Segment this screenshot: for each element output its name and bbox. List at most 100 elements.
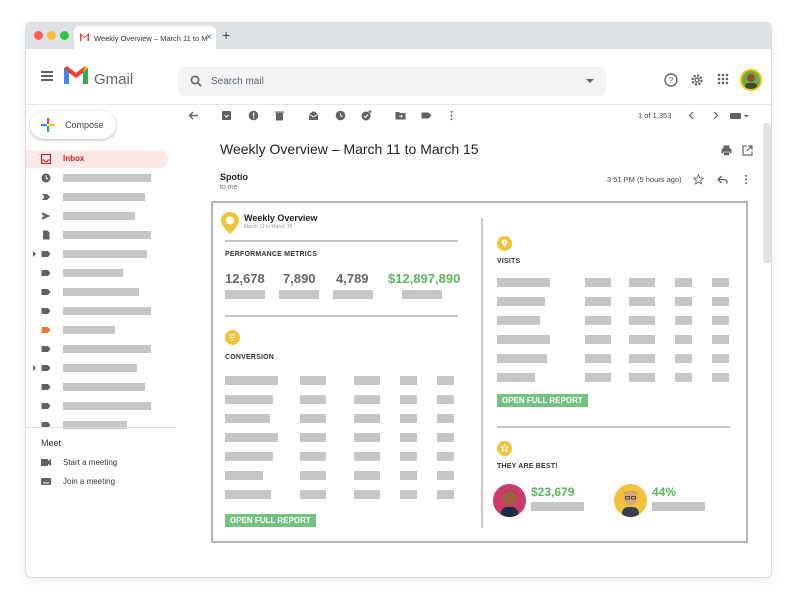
search-options-icon[interactable] xyxy=(586,79,594,83)
star-icon[interactable] xyxy=(693,174,704,185)
sidebar-item-sent[interactable] xyxy=(26,207,168,225)
new-tab-icon[interactable]: + xyxy=(222,27,230,43)
sidebar-item-snoozed[interactable] xyxy=(26,169,168,187)
tab-close-icon[interactable]: × xyxy=(206,32,212,43)
label-tag-icon xyxy=(41,365,51,371)
newer-chevron-left-icon[interactable] xyxy=(686,110,697,121)
label-tag-icon xyxy=(41,289,51,295)
sender-name[interactable]: Spotio xyxy=(220,172,248,182)
close-window-dot[interactable] xyxy=(34,31,43,40)
open-full-report-button[interactable]: OPEN FULL REPORT xyxy=(225,514,316,527)
expand-arrow-icon[interactable] xyxy=(33,251,36,257)
print-icon[interactable] xyxy=(721,145,732,156)
email-subject: Weekly Overview – March 11 to March 15 xyxy=(220,141,479,157)
top-performer-revenue: $23,679 xyxy=(531,485,575,499)
label-tag-icon xyxy=(41,308,51,314)
gmail-logo-text[interactable]: Gmail xyxy=(94,71,133,88)
metric-value: 4,789 xyxy=(336,271,369,286)
scrollbar-thumb[interactable] xyxy=(763,123,771,263)
input-tools-keyboard-icon[interactable] xyxy=(730,110,750,121)
placeholder-bar xyxy=(402,290,442,299)
delete-trash-icon[interactable] xyxy=(274,110,285,121)
draft-file-icon xyxy=(43,230,50,240)
reply-arrow-icon[interactable] xyxy=(717,175,728,185)
add-task-icon[interactable] xyxy=(361,110,372,121)
older-chevron-right-icon[interactable] xyxy=(710,110,721,121)
compose-button[interactable]: Compose xyxy=(30,111,116,139)
location-pin-icon xyxy=(501,239,508,247)
browser-tabbar: Weekly Overview – March 11 to M × + xyxy=(26,23,771,49)
placeholder-bar xyxy=(63,307,151,315)
sidebar-item-label[interactable] xyxy=(26,340,168,358)
label-tag-icon xyxy=(41,346,51,352)
filter-funnel-icon xyxy=(229,334,236,341)
apps-grid-icon[interactable] xyxy=(717,73,729,85)
report-title: Weekly Overview xyxy=(244,213,318,223)
placeholder-bar xyxy=(63,193,145,201)
open-new-window-icon[interactable] xyxy=(742,145,753,156)
placeholder-bar xyxy=(63,402,151,410)
minimize-window-dot[interactable] xyxy=(47,31,56,40)
mark-unread-icon[interactable] xyxy=(308,110,319,121)
best-badge xyxy=(497,441,512,456)
sidebar-item-label[interactable] xyxy=(26,321,168,339)
expand-arrow-icon[interactable] xyxy=(33,365,36,371)
sidebar-item-label[interactable] xyxy=(26,416,168,434)
label-tag-icon xyxy=(41,422,51,428)
search-bar[interactable]: Search mail xyxy=(178,67,606,96)
back-arrow-icon[interactable] xyxy=(188,110,199,121)
recipient-label[interactable]: to me xyxy=(220,184,238,191)
message-more-icon[interactable] xyxy=(744,174,748,185)
settings-gear-icon[interactable] xyxy=(690,73,704,87)
meet-divider xyxy=(26,427,176,428)
top-performer-avatar xyxy=(493,484,526,517)
placeholder-bar xyxy=(63,231,151,239)
account-avatar[interactable] xyxy=(740,69,762,91)
svg-text:?: ? xyxy=(669,76,674,85)
snooze-clock-icon[interactable] xyxy=(335,110,346,121)
sidebar-item-inbox[interactable]: Inbox xyxy=(26,150,168,168)
placeholder-bar xyxy=(63,212,135,220)
message-toolbar: 1 of 1,353 xyxy=(178,105,771,125)
placeholder-bar xyxy=(63,345,151,353)
sidebar-item-important[interactable] xyxy=(26,188,168,206)
video-camera-icon xyxy=(41,459,51,466)
best-title: THEY ARE BEST! xyxy=(497,463,558,470)
placeholder-bar xyxy=(63,364,137,372)
label-tag-icon xyxy=(41,270,51,276)
report-spam-icon[interactable] xyxy=(248,110,259,121)
sidebar-item-label[interactable] xyxy=(26,245,168,263)
sidebar-item-drafts[interactable] xyxy=(26,226,168,244)
help-icon[interactable]: ? xyxy=(664,73,678,87)
metric-value: 12,678 xyxy=(225,271,265,286)
main-menu-icon[interactable] xyxy=(41,71,53,81)
keyboard-icon xyxy=(41,478,51,485)
tab-title: Weekly Overview – March 11 to M xyxy=(94,34,208,43)
more-options-icon[interactable] xyxy=(446,110,457,121)
report-subtitle: March 11 to March 15 xyxy=(244,224,293,230)
search-input[interactable]: Search mail xyxy=(211,76,264,87)
browser-tab[interactable]: Weekly Overview – March 11 to M × xyxy=(74,26,216,49)
label-tag-icon xyxy=(41,384,51,390)
open-full-report-button[interactable]: OPEN FULL REPORT xyxy=(497,394,588,407)
label-tag-icon xyxy=(41,251,51,257)
gmail-header: Gmail Search mail ? xyxy=(26,49,771,105)
placeholder-bar xyxy=(63,250,147,258)
compose-plus-icon xyxy=(41,118,55,132)
search-icon[interactable] xyxy=(190,75,202,87)
join-meeting-label: Join a meeting xyxy=(63,477,116,486)
archive-icon[interactable] xyxy=(221,110,232,121)
sidebar-item-label[interactable] xyxy=(26,397,168,415)
visits-title: VISITS xyxy=(497,258,521,265)
send-icon xyxy=(41,212,51,220)
label-as-icon[interactable] xyxy=(421,110,432,121)
sidebar-item-label[interactable] xyxy=(26,283,168,301)
sidebar-item-label[interactable] xyxy=(26,264,168,282)
sidebar-item-label[interactable] xyxy=(26,302,168,320)
sidebar-item-label[interactable] xyxy=(26,378,168,396)
move-to-folder-icon[interactable] xyxy=(395,110,406,121)
compose-label: Compose xyxy=(65,120,104,130)
sidebar-item-label[interactable] xyxy=(26,359,168,377)
meet-title: Meet xyxy=(41,438,62,448)
maximize-window-dot[interactable] xyxy=(60,31,69,40)
